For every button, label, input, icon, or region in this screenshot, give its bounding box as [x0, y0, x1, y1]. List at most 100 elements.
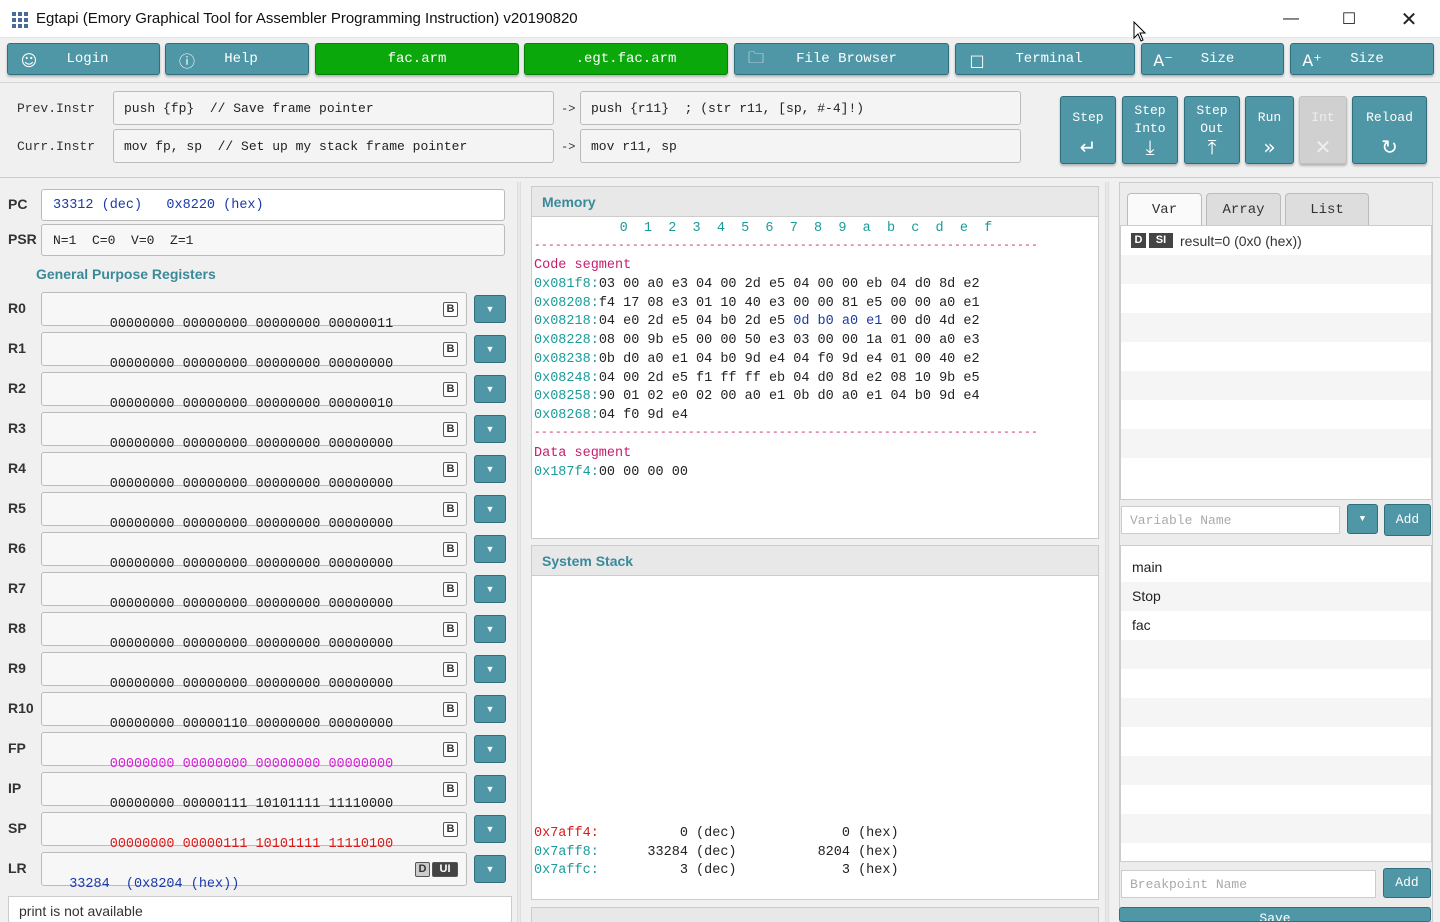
binary-toggle[interactable]: B: [443, 702, 458, 717]
splitter-left[interactable]: [517, 182, 521, 922]
register-bits: 00000000 00000111 10101111 11110000: [109, 797, 394, 812]
register-label: R9: [8, 660, 26, 676]
tab-list[interactable]: List: [1285, 193, 1369, 225]
binary-toggle[interactable]: B: [443, 342, 458, 357]
login-button[interactable]: ☺ Login: [7, 43, 160, 75]
register-dropdown[interactable]: ▼: [474, 535, 506, 563]
font-size-increase-button[interactable]: A⁺ Size: [1290, 43, 1434, 75]
run-button[interactable]: Run»: [1245, 96, 1294, 164]
register-label: R3: [8, 420, 26, 436]
function-item[interactable]: main: [1121, 553, 1431, 582]
register-dropdown[interactable]: ▼: [474, 375, 506, 403]
status-bar: print is not available: [8, 896, 512, 922]
register-dropdown[interactable]: ▼: [474, 615, 506, 643]
register-dropdown[interactable]: ▼: [474, 335, 506, 363]
save-button[interactable]: Save: [1119, 907, 1431, 922]
font-decrease-icon: A⁻: [1153, 50, 1173, 70]
register-label: SP: [8, 820, 27, 836]
tab-var[interactable]: Var: [1127, 193, 1202, 225]
register-dropdown[interactable]: ▼: [474, 695, 506, 723]
curr-instr-label: Curr.Instr: [17, 139, 96, 154]
memory-line: 0x08238:0b d0 a0 e1 04 b0 9d e4 04 f0 9d…: [534, 351, 980, 367]
binary-toggle[interactable]: B: [443, 542, 458, 557]
font-size-decrease-button[interactable]: A⁻ Size: [1141, 43, 1284, 75]
register-value: 00000000 00000111 10101111 11110100 B: [41, 812, 467, 852]
file-browser-button[interactable]: 🗀 File Browser: [734, 43, 949, 75]
binary-toggle[interactable]: B: [443, 422, 458, 437]
register-bits: 00000000 00000000 00000000 00000000: [109, 477, 394, 492]
register-label: R4: [8, 460, 26, 476]
list-item[interactable]: D SI result=0 (0x0 (hex)): [1121, 226, 1431, 255]
function-item[interactable]: Stop: [1121, 582, 1431, 611]
memory-line: 0x08248:04 00 2d e5 f1 ff ff eb 04 d0 8d…: [534, 370, 980, 386]
file-tab-fac-arm[interactable]: fac.arm: [315, 43, 519, 75]
binary-toggle[interactable]: B: [443, 582, 458, 597]
interrupt-button[interactable]: Int ✕: [1299, 96, 1347, 164]
function-item[interactable]: fac: [1121, 611, 1431, 640]
system-stack-title: System Stack: [531, 545, 1099, 576]
register-value: 00000000 00000000 00000000 00000010 B: [41, 372, 467, 412]
folder-icon: 🗀: [747, 47, 764, 67]
register-dropdown[interactable]: ▼: [474, 295, 506, 323]
add-variable-button[interactable]: Add: [1384, 504, 1431, 536]
minimize-icon[interactable]: —: [1268, 4, 1314, 34]
binary-toggle[interactable]: B: [443, 662, 458, 677]
register-label: IP: [8, 780, 22, 796]
binary-toggle[interactable]: B: [443, 502, 458, 517]
var-signed-badge[interactable]: SI: [1149, 233, 1173, 248]
step-into-icon: ⤓: [1145, 135, 1155, 159]
help-button[interactable]: ⓘ Help: [165, 43, 309, 75]
register-dropdown[interactable]: ▼: [474, 655, 506, 683]
maximize-icon[interactable]: ☐: [1326, 4, 1372, 34]
binary-toggle[interactable]: B: [443, 742, 458, 757]
var-decimal-badge[interactable]: D: [1131, 233, 1146, 248]
data-segment-label: Data segment: [534, 446, 632, 461]
register-dropdown[interactable]: ▼: [474, 415, 506, 443]
lr-ui-toggle[interactable]: UI: [432, 862, 458, 877]
app-icon: [12, 12, 28, 28]
code-segment-label: Code segment: [534, 258, 632, 273]
register-bits: 00000000 00000000 00000000 00000011: [109, 317, 394, 332]
register-dropdown[interactable]: ▼: [474, 575, 506, 603]
file-tab-egt-fac-arm[interactable]: .egt.fac.arm: [524, 43, 728, 75]
binary-toggle[interactable]: B: [443, 822, 458, 837]
binary-toggle[interactable]: B: [443, 302, 458, 317]
splitter-right[interactable]: [1105, 182, 1109, 922]
reload-button[interactable]: Reload ↻: [1352, 96, 1427, 164]
tab-array[interactable]: Array: [1206, 193, 1281, 225]
register-dropdown[interactable]: ▼: [474, 815, 506, 843]
binary-toggle[interactable]: B: [443, 622, 458, 637]
lr-decimal-toggle[interactable]: D: [415, 862, 430, 877]
register-bits: 00000000 00000000 00000000 00000000: [109, 437, 394, 452]
close-icon[interactable]: ✕: [1386, 4, 1432, 34]
register-dropdown[interactable]: ▼: [474, 775, 506, 803]
register-bits: 00000000 00000000 00000000 00000010: [109, 397, 394, 412]
register-dropdown[interactable]: ▼: [474, 455, 506, 483]
add-breakpoint-button[interactable]: Add: [1383, 868, 1431, 898]
title-bar: Egtapi (Emory Graphical Tool for Assembl…: [0, 0, 1440, 38]
register-dropdown[interactable]: ▼: [474, 735, 506, 763]
current-instruction-bytes: 0d b0 a0 e1: [793, 314, 883, 330]
variable-name-input[interactable]: Variable Name: [1121, 506, 1340, 534]
step-into-button[interactable]: Step Into ⤓: [1122, 96, 1178, 164]
binary-toggle[interactable]: B: [443, 782, 458, 797]
binary-toggle[interactable]: B: [443, 462, 458, 477]
variable-dropdown[interactable]: ▼: [1347, 504, 1378, 534]
stack-row: 0x7aff8: 33284 (dec) 8204 (hex): [534, 844, 899, 860]
register-dropdown[interactable]: ▼: [474, 495, 506, 523]
list-item: [1121, 814, 1431, 843]
memory-column-header: 0 1 2 3 4 5 6 7 8 9 a b c d e f: [571, 221, 993, 236]
reload-icon: ↻: [1381, 135, 1398, 159]
breakpoint-name-input[interactable]: Breakpoint Name: [1121, 870, 1376, 898]
stack-row: 0x7aff4: 0 (dec) 0 (hex): [534, 826, 899, 841]
binary-toggle[interactable]: B: [443, 382, 458, 397]
step-out-button[interactable]: Step Out ⤒: [1184, 96, 1240, 164]
register-value: 00000000 00000111 10101111 11110000 B: [41, 772, 467, 812]
register-label: R5: [8, 500, 26, 516]
terminal-button[interactable]: □ Terminal: [955, 43, 1135, 75]
step-button[interactable]: Step ↵: [1060, 96, 1116, 164]
register-value: 00000000 00000000 00000000 00000000 B: [41, 452, 467, 492]
lr-dropdown[interactable]: ▼: [474, 855, 506, 883]
memory-panel-title: Memory: [531, 186, 1099, 217]
info-icon: ⓘ: [178, 52, 195, 71]
